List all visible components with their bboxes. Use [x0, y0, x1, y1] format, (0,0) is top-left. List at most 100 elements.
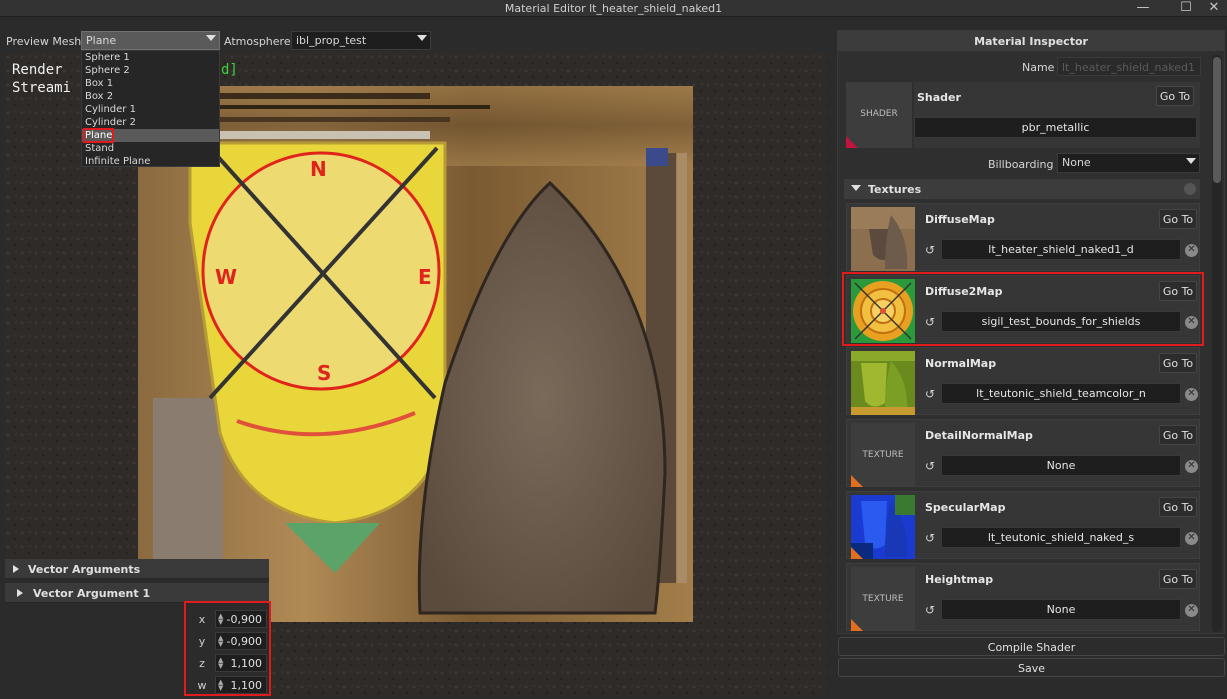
section-options-icon[interactable] [1184, 183, 1196, 195]
texture-card-heightmap: TEXTURE Heightmap Go To ↺ None ✕ [846, 563, 1200, 631]
normalmap-thumbnail [851, 351, 915, 415]
mesh-option-label: Plane [82, 128, 115, 143]
preview-mesh-select[interactable]: Plane [81, 31, 220, 50]
atmosphere-value: ibl_prop_test [296, 34, 367, 47]
window-title: Material Editor lt_heater_shield_naked1 [504, 2, 723, 15]
clear-icon[interactable]: ✕ [1185, 244, 1198, 257]
texture-card-normalmap: NormalMap Go To ↺ lt_teutonic_shield_tea… [846, 347, 1200, 415]
texture-card-detailnormalmap: TEXTURE DetailNormalMap Go To ↺ None ✕ [846, 419, 1200, 487]
shader-corner-marker [846, 136, 858, 148]
name-field[interactable]: lt_heater_shield_naked1 [1057, 57, 1201, 76]
texture-corner-marker [851, 547, 863, 559]
mesh-option-selected[interactable]: Plane [82, 128, 219, 143]
mesh-option-label: Cylinder 1 [85, 104, 136, 115]
heightmap-thumbnail-label: TEXTURE [862, 594, 904, 604]
reset-icon[interactable]: ↺ [925, 531, 935, 545]
mesh-option[interactable]: Cylinder 1 [82, 103, 219, 116]
billboarding-select[interactable]: None [1057, 153, 1200, 173]
clear-icon[interactable]: ✕ [1185, 460, 1198, 473]
mesh-option-label: Cylinder 2 [85, 117, 136, 128]
detailnormalmap-label: DetailNormalMap [925, 429, 1033, 442]
normalmap-field[interactable]: lt_teutonic_shield_teamcolor_n [941, 383, 1181, 404]
heightmap-label: Heightmap [925, 573, 994, 586]
compile-shader-button[interactable]: Compile Shader [838, 637, 1225, 656]
clear-icon[interactable]: ✕ [1185, 604, 1198, 617]
texture-corner-marker [851, 475, 863, 487]
compass-w-label: W [215, 265, 238, 289]
mesh-option[interactable]: Stand [82, 142, 219, 155]
diffusemap-thumbnail [851, 207, 915, 271]
normalmap-preview [851, 351, 915, 415]
mesh-option[interactable]: Sphere 2 [82, 64, 219, 77]
textures-section-header[interactable]: Textures [844, 179, 1200, 199]
mesh-option-label: Box 1 [85, 78, 114, 89]
detailnormalmap-thumbnail: TEXTURE [851, 423, 915, 487]
render-overlay-text: Render [12, 62, 63, 78]
atmosphere-select[interactable]: ibl_prop_test [291, 31, 431, 50]
mesh-option-label: Sphere 1 [85, 52, 130, 63]
reset-icon[interactable]: ↺ [925, 459, 935, 473]
detailnormalmap-field[interactable]: None [941, 455, 1181, 476]
mesh-option-label: Stand [85, 143, 115, 154]
shader-thumbnail: SHADER [846, 82, 912, 148]
save-button[interactable]: Save [838, 658, 1225, 677]
preview-mesh-value: Plane [86, 34, 117, 47]
mesh-option[interactable]: Sphere 1 [82, 51, 219, 64]
diffusemap-field[interactable]: lt_heater_shield_naked1_d [941, 239, 1181, 260]
specularmap-field[interactable]: lt_teutonic_shield_naked_s [941, 527, 1181, 548]
minimize-icon[interactable]: — [1130, 0, 1156, 17]
specularmap-label: SpecularMap [925, 501, 1006, 514]
billboarding-label: Billboarding [988, 158, 1054, 171]
diffusemap-goto-button[interactable]: Go To [1159, 209, 1197, 229]
heightmap-field[interactable]: None [941, 599, 1181, 620]
mesh-option-label: Sphere 2 [85, 65, 130, 76]
scrollbar-thumb[interactable] [1213, 57, 1221, 183]
maximize-icon[interactable]: ☐ [1173, 0, 1199, 17]
preview-mesh-label: Preview Mesh [6, 35, 82, 48]
billboarding-value: None [1062, 156, 1091, 169]
reset-icon[interactable]: ↺ [925, 243, 935, 257]
textures-title: Textures [868, 183, 922, 196]
shader-label: Shader [917, 91, 961, 104]
compass-n-label: N [310, 157, 327, 181]
inspector-scrollbar[interactable] [1212, 55, 1222, 632]
detailnormalmap-goto-button[interactable]: Go To [1159, 425, 1197, 445]
heightmap-goto-button[interactable]: Go To [1159, 569, 1197, 589]
reset-icon[interactable]: ↺ [925, 603, 935, 617]
atmosphere-label: Atmosphere [224, 35, 291, 48]
chevron-down-icon [1186, 158, 1196, 164]
compass-e-label: E [418, 265, 432, 289]
shader-goto-button[interactable]: Go To [1156, 86, 1194, 106]
vector-argument-1-title: Vector Argument 1 [33, 587, 151, 600]
vector-arguments-header[interactable]: Vector Arguments [5, 559, 269, 579]
shader-card: Shader Go To pbr_metallic [914, 82, 1200, 148]
reset-icon[interactable]: ↺ [925, 387, 935, 401]
preview-toolbar: Preview Mesh Plane Atmosphere ibl_prop_t… [0, 30, 834, 52]
expand-icon [17, 589, 23, 597]
mesh-option[interactable]: Box 1 [82, 77, 219, 90]
diffuse2map-highlight [842, 272, 1204, 346]
mesh-option[interactable]: Cylinder 2 [82, 116, 219, 129]
heightmap-thumbnail: TEXTURE [851, 567, 915, 631]
close-icon[interactable]: ✕ [1201, 0, 1227, 17]
vector-argument-1-header[interactable]: Vector Argument 1 [5, 583, 269, 603]
specularmap-thumbnail [851, 495, 915, 559]
clear-icon[interactable]: ✕ [1185, 388, 1198, 401]
chevron-down-icon [417, 35, 427, 41]
vector-values-highlight [184, 601, 271, 696]
clear-icon[interactable]: ✕ [1185, 532, 1198, 545]
shader-field[interactable]: pbr_metallic [914, 117, 1197, 138]
overlay-status-text: d] [221, 62, 238, 78]
title-bar: Material Editor lt_heater_shield_naked1 … [0, 0, 1227, 17]
mesh-option[interactable]: Box 2 [82, 90, 219, 103]
compass-s-label: S [317, 361, 332, 385]
shader-thumbnail-label: SHADER [860, 109, 898, 119]
normalmap-goto-button[interactable]: Go To [1159, 353, 1197, 373]
streaming-overlay-text: Streami [12, 80, 72, 96]
detailnormalmap-thumbnail-label: TEXTURE [862, 450, 904, 460]
mesh-option[interactable]: Infinite Plane [82, 155, 219, 168]
normalmap-label: NormalMap [925, 357, 997, 370]
diffusemap-preview [851, 207, 915, 271]
expand-icon [13, 565, 19, 573]
specularmap-goto-button[interactable]: Go To [1159, 497, 1197, 517]
